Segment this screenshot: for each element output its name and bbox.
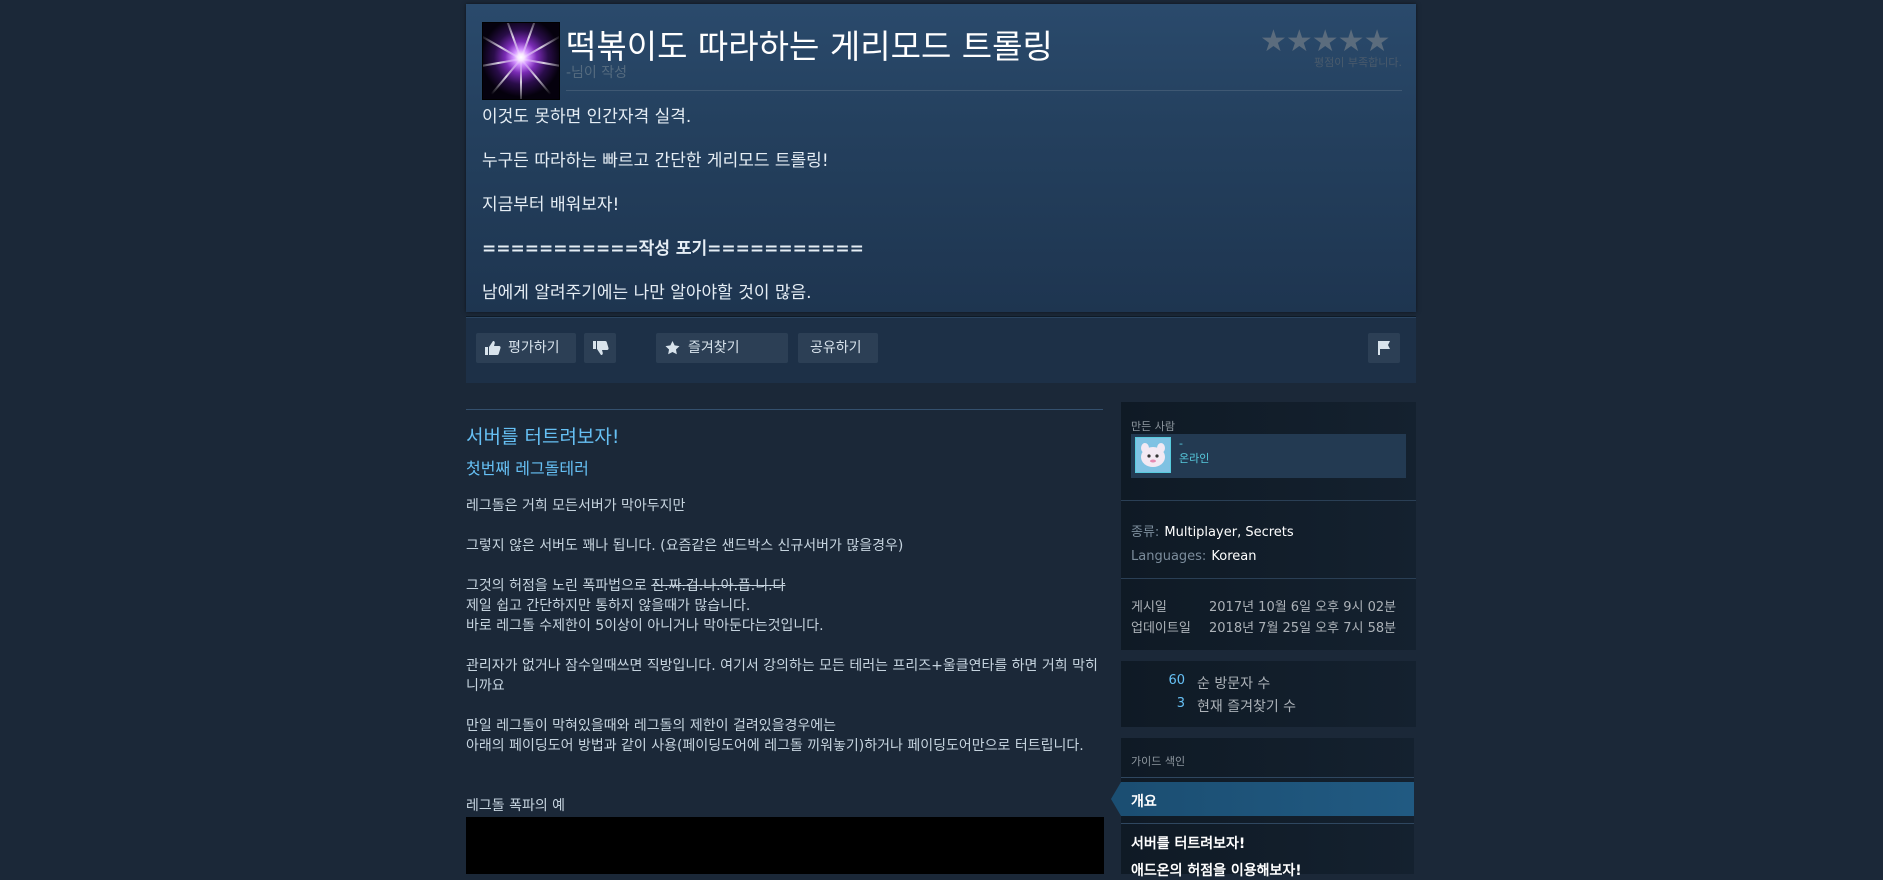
updated-value: 2018년 7월 25일 오후 7시 58분 (1209, 621, 1397, 636)
creator-card[interactable] (1131, 434, 1406, 478)
description-line: ===========작성 포기=========== (482, 239, 864, 259)
paragraph: 만일 레그돌이 막혀있을때와 레그돌의 제한이 걸려있을경우에는 (466, 718, 837, 734)
subsection-title: 첫번째 레그돌테러 (466, 459, 589, 478)
header-divider (566, 90, 1402, 91)
genre-multiplayer-link[interactable]: Multiplayer (1164, 525, 1237, 540)
panel-divider (1121, 777, 1414, 778)
visitors-label: 순 방문자 수 (1197, 676, 1271, 692)
favorites-count: 3 (1176, 696, 1185, 711)
index-item-overview[interactable] (1111, 782, 1414, 816)
posted-label: 게시일 (1131, 600, 1167, 615)
paragraph: 그렇지 않은 서버도 꽤나 됩니다. (요즘같은 샌드박스 신규서버가 많을경우… (466, 538, 904, 554)
creator-label: 만든 사람 (1131, 420, 1175, 433)
description-line: 이것도 못하면 인간자격 실격. (482, 107, 692, 127)
author-line[interactable]: -님이 작성 (566, 62, 627, 82)
creator-name[interactable]: - (1179, 437, 1183, 450)
thumbs-down-icon (593, 341, 609, 355)
section-divider (466, 409, 1103, 410)
guide-thumbnail (482, 22, 560, 100)
description-line: 누구든 따라하는 빠르고 간단한 게리모드 트롤링! (482, 151, 829, 171)
rate-down-button[interactable] (584, 333, 616, 363)
paragraph: 레그돌은 거희 모든서버가 막아두지만 (466, 498, 686, 514)
index-item-label: 개요 (1131, 794, 1157, 810)
section-title: 서버를 터트려보자! (466, 426, 620, 448)
languages-row: Languages: Korean (1131, 545, 1257, 564)
updated-label: 업데이트일 (1131, 621, 1191, 636)
stats-panel (1121, 661, 1416, 727)
star-icon (665, 341, 680, 355)
description-line: 남에게 알려주기에는 나만 알아야할 것이 많음. (482, 283, 812, 303)
paragraph: 그것의 허점을 노린 폭파법으로 진.짜.겁.나.아.픕.니.다 (466, 576, 1106, 596)
avatar[interactable] (1135, 437, 1171, 473)
share-button[interactable]: 공유하기 (798, 333, 878, 363)
languages-value: Korean (1211, 549, 1257, 564)
languages-label: Languages: (1131, 549, 1207, 564)
paragraph: 관리자가 없거나 잠수일때쓰면 직방입니다. 여기서 강의하는 모든 테러는 프… (466, 658, 1098, 694)
paragraph: 제일 쉽고 간단하지만 통하지 않을때가 많습니다. (466, 598, 751, 614)
guide-header: 떡볶이도 따라하는 게리모드 트롤링 -님이 작성 ★★★★★ 평점이 부족합니… (466, 4, 1416, 312)
favorite-button[interactable]: 즐겨찾기 (656, 333, 788, 363)
posted-value: 2017년 10월 6일 오후 9시 02분 (1209, 600, 1397, 615)
guide-title: 떡볶이도 따라하는 게리모드 트롤링 (566, 27, 1053, 66)
genre-secrets-link[interactable]: Secrets (1245, 525, 1293, 540)
video-embed[interactable] (466, 817, 1104, 874)
panel-divider (1121, 500, 1416, 501)
panel-divider (1121, 578, 1416, 579)
thumbs-up-icon (485, 341, 501, 355)
guide-index-title: 가이드 색인 (1131, 755, 1186, 768)
panel-divider (1121, 823, 1414, 824)
flag-icon (1378, 341, 1390, 355)
rating-note: 평점이 부족합니다. (1314, 56, 1402, 69)
paragraph-text: 그것의 허점을 노린 폭파법으로 (466, 578, 652, 594)
active-pointer-icon (1111, 782, 1121, 816)
report-button[interactable] (1368, 333, 1400, 363)
avatar-image (1136, 438, 1170, 472)
strikethrough-text: 진.짜.겁.나.아.픕.니.다 (651, 578, 786, 594)
genre-row: 종류: Multiplayer, Secrets (1131, 521, 1294, 540)
favorite-label: 즐겨찾기 (688, 340, 740, 356)
action-bar: 평가하기 즐겨찾기 공유하기 (466, 316, 1416, 383)
index-item-addon[interactable]: 애드온의 허점을 이용해보자! (1131, 860, 1302, 880)
paragraph: 아래의 페이딩도어 방법과 같이 사용(페이딩도어에 레그돌 끼워놓기)하거나 … (466, 738, 1084, 754)
description-line: 지금부터 배워보자! (482, 195, 620, 215)
visitors-count: 60 (1168, 673, 1185, 688)
rate-up-button[interactable]: 평가하기 (476, 333, 576, 363)
paragraph: 레그돌 폭파의 예 (466, 798, 566, 814)
paragraph: 바로 레그돌 수제한이 5이상이 아니거나 막아둔다는것입니다. (466, 618, 824, 634)
genre-label: 종류: (1131, 525, 1160, 540)
creator-status: 온라인 (1179, 452, 1210, 465)
share-label: 공유하기 (810, 340, 862, 356)
index-item-server[interactable]: 서버를 터트려보자! (1131, 833, 1245, 853)
rate-label: 평가하기 (508, 340, 560, 356)
favorites-label: 현재 즐겨찾기 수 (1197, 699, 1297, 715)
